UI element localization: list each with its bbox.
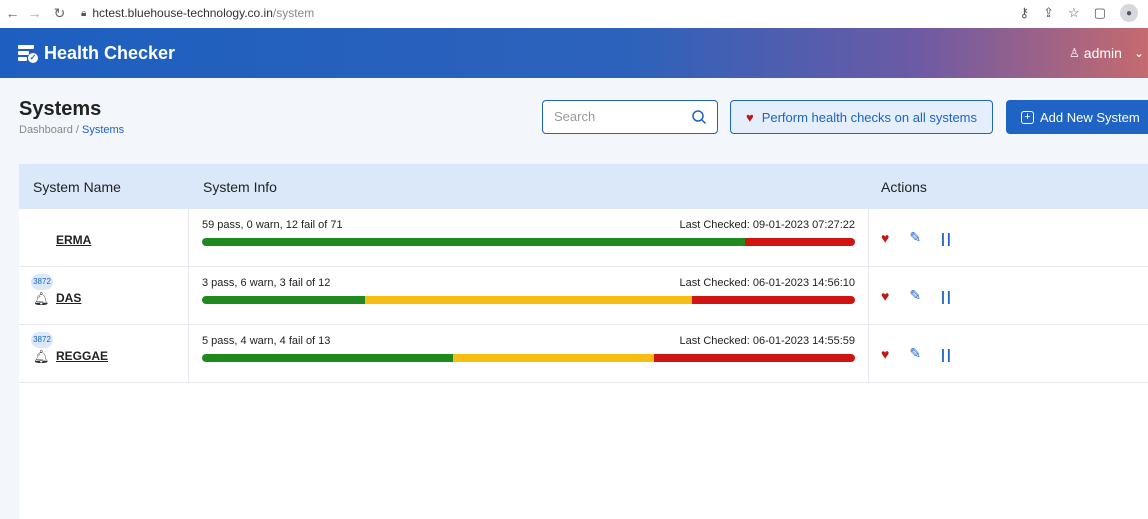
user-icon: ♙ [1069,46,1080,60]
pencil-icon[interactable]: ✎ [909,287,921,304]
system-name-link[interactable]: REGGAE [56,349,108,363]
breadcrumb: Dashboard / Systems [19,124,124,136]
last-checked: Last Checked: 06-01-2023 14:55:59 [679,335,855,347]
browser-actions: ⚷ ⇪ ☆ ▢ ● [1020,4,1138,22]
health-checker-logo-icon: ✓ [18,43,38,63]
pencil-icon[interactable]: ✎ [909,345,921,362]
fail-segment [691,296,855,304]
heart-icon[interactable]: ♥ [881,230,889,246]
pass-segment [202,296,366,304]
pass-segment [202,354,454,362]
key-icon[interactable]: ⚷ [1020,5,1030,21]
health-progress-bar [202,354,855,362]
table-row: ERMA 59 pass, 0 warn, 12 fail of 71 Last… [19,209,1148,267]
share-icon[interactable]: ⇪ [1043,5,1054,21]
system-name-link[interactable]: ERMA [56,233,91,247]
check-summary: 5 pass, 4 warn, 4 fail of 13 [202,335,331,347]
system-name-cell: 3872 🔔︎ REGGAE [19,325,189,382]
warn-segment [365,296,692,304]
last-checked: Last Checked: 06-01-2023 14:56:10 [679,277,855,289]
system-name-link[interactable]: DAS [56,291,81,305]
system-info-cell: 59 pass, 0 warn, 12 fail of 71 Last Chec… [189,209,869,266]
breadcrumb-systems: Systems [82,124,125,136]
heart-icon: ♥ [745,109,754,125]
brand[interactable]: ✓ Health Checker [18,43,175,64]
search-icon[interactable] [691,109,707,125]
search-input[interactable] [554,109,684,124]
health-check-all-button[interactable]: ♥ Perform health checks on all systems [730,100,993,134]
header-system-name: System Name [33,178,121,195]
actions-cell: ♥ ✎ | | [869,209,951,266]
breadcrumb-dashboard[interactable]: Dashboard [19,124,73,136]
table-header: System Name System Info Actions [19,164,1148,209]
bell-icon[interactable]: 🔔︎ [33,349,50,365]
health-check-all-label: Perform health checks on all systems [761,109,978,125]
fail-segment [654,354,855,362]
health-progress-bar [202,238,855,246]
table-row: 3872 🔔︎ REGGAE 5 pass, 4 warn, 4 fail of… [19,325,1148,383]
bell-icon[interactable]: 🔔︎ [33,291,50,307]
star-icon[interactable]: ☆ [1068,5,1080,21]
breadcrumb-separator: / [72,124,82,136]
header-system-info: System Info [203,178,277,195]
heart-icon[interactable]: ♥ [881,346,889,362]
pause-icon[interactable]: | | [941,288,951,304]
user-name: admin [1083,45,1122,61]
heart-icon[interactable]: ♥ [881,288,889,304]
add-system-label: Add New System [1040,109,1140,125]
last-checked: Last Checked: 09-01-2023 07:27:22 [679,219,855,231]
forward-arrow-icon[interactable]: → [26,5,43,21]
systems-table: System Name System Info Actions ERMA 59 … [19,164,1148,519]
plus-icon: + [1021,110,1034,124]
health-progress-bar [202,296,855,304]
url-host: hctest.bluehouse-technology.co.in [92,6,273,20]
fail-segment [744,238,855,246]
url-path: /system [272,6,315,20]
actions-cell: ♥ ✎ | | [869,267,951,324]
system-info-cell: 3 pass, 6 warn, 3 fail of 12 Last Checke… [189,267,869,324]
browser-toolbar: ← → ↻ 🔒︎ hctest.bluehouse-technology.co.… [0,0,1148,26]
table-row: 3872 🔔︎ DAS 3 pass, 6 warn, 3 fail of 12… [19,267,1148,325]
page-title: Systems [19,98,102,120]
pass-segment [202,238,745,246]
lock-icon[interactable]: 🔒︎ [81,8,86,19]
alert-count-badge: 3872 [31,332,53,348]
system-name-cell: 3872 🔔︎ DAS [19,267,189,324]
chevron-down-icon: ⌄ [1133,46,1144,60]
user-menu[interactable]: ♙ admin ⌄ [1069,45,1144,61]
pause-icon[interactable]: | | [941,230,951,246]
check-summary: 3 pass, 6 warn, 3 fail of 12 [202,277,331,289]
page-content: Systems Dashboard / Systems ♥ Perform he… [0,78,1148,519]
pencil-icon[interactable]: ✎ [909,229,921,246]
address-bar[interactable]: hctest.bluehouse-technology.co.in/system [92,6,314,20]
back-arrow-icon[interactable]: ← [4,5,21,21]
warn-segment [453,354,655,362]
search-box [542,100,718,134]
sidebar-icon[interactable]: ▢ [1094,5,1106,21]
profile-avatar-icon[interactable]: ● [1120,4,1138,22]
add-system-button[interactable]: + Add New System [1006,100,1148,134]
app-header: ✓ Health Checker ♙ admin ⌄ [0,28,1148,78]
brand-name: Health Checker [44,42,176,63]
pause-icon[interactable]: | | [941,346,951,362]
reload-icon[interactable]: ↻ [51,5,68,22]
system-name-cell: ERMA [19,209,189,266]
check-summary: 59 pass, 0 warn, 12 fail of 71 [202,219,343,231]
alert-count-badge: 3872 [31,274,53,290]
header-actions: Actions [881,178,927,195]
system-info-cell: 5 pass, 4 warn, 4 fail of 13 Last Checke… [189,325,869,382]
actions-cell: ♥ ✎ | | [869,325,951,382]
